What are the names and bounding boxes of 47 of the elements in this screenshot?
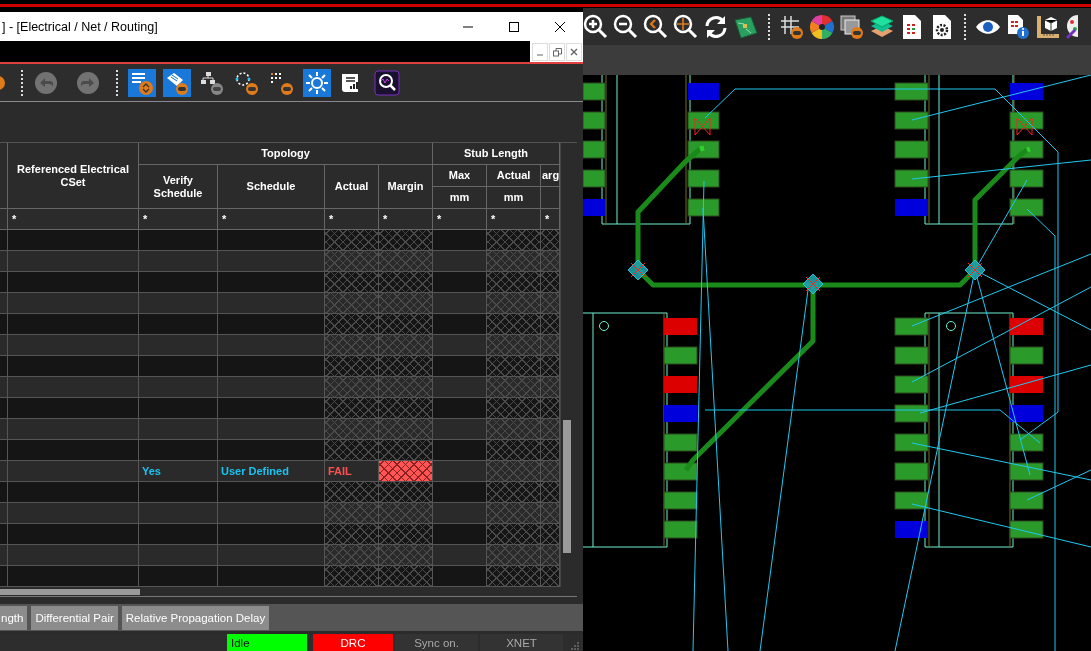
zoom-out-icon[interactable] <box>613 13 639 40</box>
tag-toggle-icon[interactable] <box>163 68 191 97</box>
windows-toggle-icon[interactable] <box>839 13 865 40</box>
column-header[interactable]: Margin <box>379 165 433 209</box>
maximize-icon <box>508 20 520 33</box>
column-group-header: Topology <box>139 143 433 165</box>
zoom-previous-icon[interactable] <box>643 13 669 40</box>
list-toggle-icon[interactable] <box>128 68 156 97</box>
column-header[interactable]: Referenced Electrical CSet <box>8 143 139 209</box>
resize-grip-icon[interactable] <box>571 642 579 650</box>
info-document-icon[interactable] <box>1005 13 1031 40</box>
palette-icon[interactable] <box>1065 13 1078 40</box>
zoom-fit-icon[interactable] <box>673 13 699 40</box>
column-header[interactable]: Actual <box>325 165 379 209</box>
sun-icon[interactable] <box>303 68 331 97</box>
window-title: ] - [Electrical / Net / Routing] <box>1 19 158 34</box>
status-indicator: XNET <box>480 634 563 651</box>
layers-icon[interactable] <box>869 13 895 40</box>
close-document-button[interactable] <box>566 43 582 61</box>
table-cell: Yes <box>139 461 218 482</box>
grid-toggle-icon[interactable] <box>779 13 805 40</box>
status-indicator: Sync on. <box>395 634 478 651</box>
unit-label: mm <box>433 187 487 209</box>
close-icon <box>554 20 566 33</box>
column-header[interactable]: Verify Schedule <box>139 165 218 209</box>
column-header[interactable]: Schedule <box>218 165 325 209</box>
color-wheel-icon[interactable] <box>809 13 835 40</box>
toggle-icon[interactable] <box>0 75 5 90</box>
restore-document-button[interactable] <box>549 43 565 61</box>
unit-label: mm <box>487 187 541 209</box>
table-cell: User Defined <box>218 461 325 482</box>
column-header[interactable]: Max <box>433 165 487 187</box>
close-icon <box>570 48 578 56</box>
table-cell: FAIL <box>325 461 379 482</box>
restore-icon <box>552 47 562 57</box>
ruler-cube-icon[interactable] <box>1035 13 1061 40</box>
column-group-header: Stub Length <box>433 143 560 165</box>
circuit-board-icon[interactable] <box>733 13 759 40</box>
header-cell <box>541 187 560 209</box>
status-indicator: Idle <box>227 634 307 651</box>
pcb-layout-drawing[interactable] <box>583 75 1091 651</box>
column-header[interactable]: arg <box>541 165 560 187</box>
refresh-icon[interactable] <box>703 13 729 40</box>
zoom-in-icon[interactable] <box>583 13 609 40</box>
column-header[interactable]: Actual <box>487 165 541 187</box>
waveform-search-icon[interactable] <box>373 68 401 97</box>
status-indicator: DRC <box>313 634 393 651</box>
